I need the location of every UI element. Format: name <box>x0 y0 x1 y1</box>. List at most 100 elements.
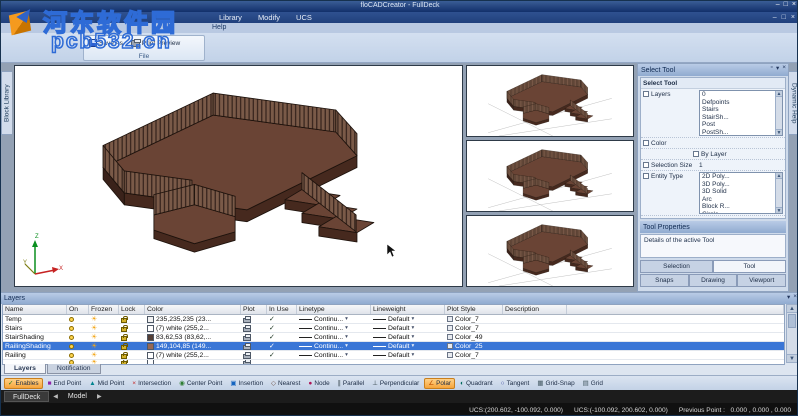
table-row-stairshading[interactable]: StairShading ☀ 83,62,53 (83,62,... ✓ Con… <box>3 333 784 342</box>
color-swatch[interactable] <box>147 343 154 350</box>
end-point-icon: ■ <box>48 380 52 387</box>
layer-frozen-icon[interactable]: ☀ <box>91 325 97 332</box>
pin-icon[interactable]: ▫ <box>771 64 773 72</box>
snap-center-point[interactable]: ◉Center Point <box>176 379 225 388</box>
dynamic-help-tab[interactable]: Dynamic Help <box>788 71 798 135</box>
color-swatch[interactable] <box>147 325 154 332</box>
snap-polar[interactable]: ∠Polar <box>424 378 455 389</box>
layers-filter-list[interactable]: 0 Defpoints Stairs StairSh... Post PostS… <box>699 90 783 136</box>
print-preview-button[interactable]: Print Preview <box>129 38 182 48</box>
snap-grid-snap[interactable]: ▦Grid-Snap <box>534 379 577 388</box>
tab-snaps[interactable]: Snaps <box>640 274 689 287</box>
table-scrollbar[interactable]: ▲ ▼ <box>786 304 798 363</box>
layer-on-icon[interactable] <box>69 335 74 340</box>
snap-node[interactable]: ●Node <box>305 379 332 388</box>
by-layer-checkbox[interactable] <box>693 151 699 157</box>
close-icon[interactable]: × <box>792 1 796 8</box>
panel-close-icon[interactable]: × <box>782 64 786 72</box>
minimize-icon[interactable]: – <box>776 1 780 8</box>
snap-perpendicular[interactable]: ⊥Perpendicular <box>369 379 422 388</box>
grid-icon: ▤ <box>583 380 589 387</box>
dropdown-icon[interactable]: ▾ <box>787 293 790 301</box>
child-restore-icon[interactable]: □ <box>782 14 786 21</box>
layer-lock-icon[interactable] <box>121 336 127 341</box>
table-row-railingshading-selected[interactable]: RailingShading ☀ 149,104,85 (149... ✓ Co… <box>3 342 784 351</box>
menu-library[interactable]: Library <box>211 13 250 22</box>
viewport-thumbnail-3[interactable] <box>466 215 634 287</box>
snap-nearest[interactable]: ◇Nearest <box>268 379 303 388</box>
save-as-button[interactable]: Save As <box>87 38 125 48</box>
snap-grid[interactable]: ▤Grid <box>580 379 606 388</box>
tab-layers[interactable]: Layers <box>4 364 46 374</box>
plot-icon[interactable] <box>243 336 251 341</box>
layers-filter-checkbox[interactable] <box>643 91 649 97</box>
layer-lock-icon[interactable] <box>121 327 127 332</box>
entity-type-checkbox[interactable] <box>643 173 649 179</box>
color-swatch[interactable] <box>147 334 154 341</box>
dropdown-icon[interactable]: ▾ <box>776 64 779 72</box>
plot-icon[interactable] <box>243 345 251 350</box>
snap-tangent[interactable]: ○Tangent <box>498 379 533 388</box>
child-minimize-icon[interactable]: – <box>773 14 777 21</box>
tab-right-arrow-icon[interactable]: ▶ <box>97 393 102 400</box>
tab-tool[interactable]: Tool <box>713 260 786 273</box>
menu-ucs[interactable]: UCS <box>288 13 320 22</box>
tab-help[interactable]: Help <box>206 24 232 31</box>
list-scrollbar[interactable]: ▲▼ <box>775 173 782 213</box>
plot-icon[interactable] <box>243 354 251 359</box>
snap-quadrant[interactable]: ◐Quadrant <box>457 379 496 388</box>
color-swatch[interactable] <box>147 316 154 323</box>
layer-frozen-icon[interactable]: ☀ <box>91 343 97 350</box>
plot-icon[interactable] <box>243 318 251 323</box>
snap-mid-point[interactable]: ▲Mid Point <box>86 379 127 388</box>
select-tool-panel-header[interactable]: Select Tool ▫ ▾ × <box>638 64 788 76</box>
tab-notification[interactable]: Notification <box>47 364 101 374</box>
snap-insertion[interactable]: ▣Insertion <box>227 379 266 388</box>
child-close-icon[interactable]: × <box>791 14 795 21</box>
mid-point-icon: ▲ <box>89 380 95 387</box>
tab-viewport[interactable]: Viewport <box>737 274 786 287</box>
snap-parallel[interactable]: ∥Parallel <box>335 379 368 388</box>
tab-left-arrow-icon[interactable]: ◀ <box>53 393 58 400</box>
list-scrollbar[interactable]: ▲▼ <box>775 91 782 135</box>
layer-lock-icon[interactable] <box>121 345 127 350</box>
snap-end-point[interactable]: ■End Point <box>45 379 85 388</box>
layer-on-icon[interactable] <box>69 353 74 358</box>
enables-icon: ✓ <box>8 380 13 387</box>
panel-close-icon[interactable]: × <box>793 293 797 301</box>
main-viewport[interactable]: Z X Y <box>14 65 463 287</box>
color-filter-checkbox[interactable] <box>643 140 649 146</box>
menu-bar: Library Modify UCS – □ × <box>1 12 798 23</box>
selection-size-row: Selection Size 1 <box>641 160 785 171</box>
snap-intersection[interactable]: ×Intersection <box>129 379 174 388</box>
layer-on-icon[interactable] <box>69 317 74 322</box>
table-row-railing[interactable]: Railing ☀ (7) white (255,2... ✓ Continu.… <box>3 351 784 360</box>
menu-modify[interactable]: Modify <box>250 13 288 22</box>
layer-frozen-icon[interactable]: ☀ <box>91 316 97 323</box>
model-tab[interactable]: Model <box>62 393 93 400</box>
save-icon <box>89 39 97 47</box>
layers-panel-header[interactable]: Layers ▾ × <box>1 293 798 304</box>
maximize-icon[interactable]: □ <box>784 1 788 8</box>
color-swatch[interactable] <box>147 352 154 359</box>
snap-enables[interactable]: ✓Enables <box>4 378 43 389</box>
viewport-thumbnail-2[interactable] <box>466 140 634 212</box>
tab-selection[interactable]: Selection <box>640 260 713 273</box>
plot-icon[interactable] <box>243 327 251 332</box>
selection-size-checkbox[interactable] <box>643 162 649 168</box>
layer-lock-icon[interactable] <box>121 318 127 323</box>
layer-on-icon[interactable] <box>69 326 74 331</box>
layer-frozen-icon[interactable]: ☀ <box>91 352 97 359</box>
block-library-tab[interactable]: Block Library <box>1 71 12 135</box>
viewport-thumbnail-1[interactable] <box>466 65 634 137</box>
selection-size-value[interactable]: 1 <box>699 161 703 169</box>
document-tab[interactable]: FullDeck <box>4 391 49 402</box>
table-row-temp[interactable]: Temp ☀ 235,235,235 (23... ✓ Continu...▾ … <box>3 315 784 324</box>
layer-lock-icon[interactable] <box>121 354 127 359</box>
entity-type-list[interactable]: 2D Poly... 3D Poly... 3D Solid Arc Block… <box>699 172 783 214</box>
in-use-check-icon: ✓ <box>269 334 275 341</box>
layer-on-icon[interactable] <box>69 344 74 349</box>
table-row-stairs[interactable]: Stairs ☀ (7) white (255,2... ✓ Continu..… <box>3 324 784 333</box>
layer-frozen-icon[interactable]: ☀ <box>91 334 97 341</box>
tab-drawing[interactable]: Drawing <box>689 274 738 287</box>
